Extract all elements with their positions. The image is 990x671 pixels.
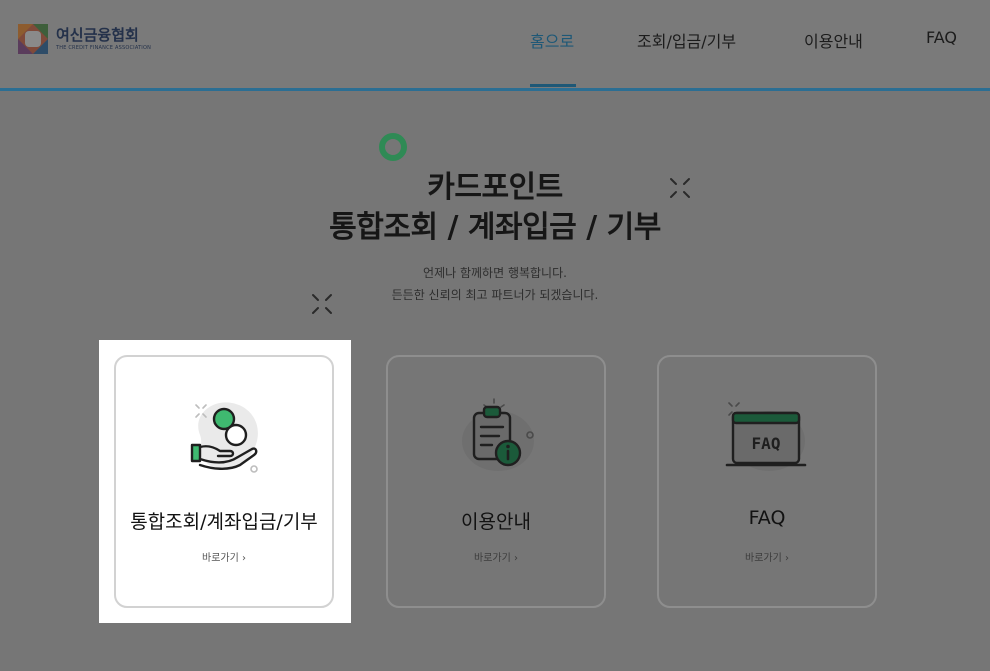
site-header: 여신금융협회 THE CREDIT FINANCE ASSOCIATION 홈으… [0, 0, 990, 91]
clipboard-info-icon [462, 398, 534, 471]
nav-home[interactable]: 홈으로 [530, 28, 574, 52]
card-shortcut-link[interactable]: 바로가기 › [659, 549, 875, 564]
card-title: 이용안내 [461, 511, 531, 533]
card-guide[interactable]: 이용안내 바로가기 › [386, 355, 606, 608]
card-shortcut-link[interactable]: 바로가기 › [388, 549, 604, 564]
logo-mark-icon [18, 24, 48, 54]
logo-korean-text: 여신금융협회 [56, 25, 139, 44]
card-inquiry-deposit-donation[interactable]: 통합조회/계좌입금/기부 바로가기 › [114, 355, 334, 608]
hero-subtitle-line2: 든든한 신뢰의 최고 파트너가 되겠습니다. [391, 288, 599, 302]
nav-faq[interactable]: FAQ [926, 28, 957, 47]
hero-subtitle-line1: 언제나 함께하면 행복합니다. [423, 266, 567, 280]
svg-text:FAQ: FAQ [752, 434, 781, 453]
card-faq[interactable]: FAQ FAQ 바로가기 › [657, 355, 877, 608]
logo-english-text: THE CREDIT FINANCE ASSOCIATION [56, 44, 152, 51]
card-title: 통합조회/계좌입금/기부 [130, 511, 318, 533]
nav-inquiry-deposit-donation[interactable]: 조회/입금/기부 [637, 28, 736, 52]
logo[interactable]: 여신금융협회 THE CREDIT FINANCE ASSOCIATION [16, 22, 151, 56]
decorative-ring-icon [379, 133, 407, 161]
hero-title-line2: 통합조회 / 계좌입금 / 기부 [329, 210, 661, 245]
faq-monitor-icon: FAQ [725, 402, 807, 471]
card-title: FAQ [748, 507, 786, 529]
hand-coin-icon [190, 402, 258, 473]
card-shortcut-link[interactable]: 바로가기 › [116, 549, 332, 564]
nav-active-underline [530, 84, 576, 87]
nav-guide[interactable]: 이용안내 [804, 28, 863, 52]
hero-title-line1: 카드포인트 [427, 170, 563, 205]
